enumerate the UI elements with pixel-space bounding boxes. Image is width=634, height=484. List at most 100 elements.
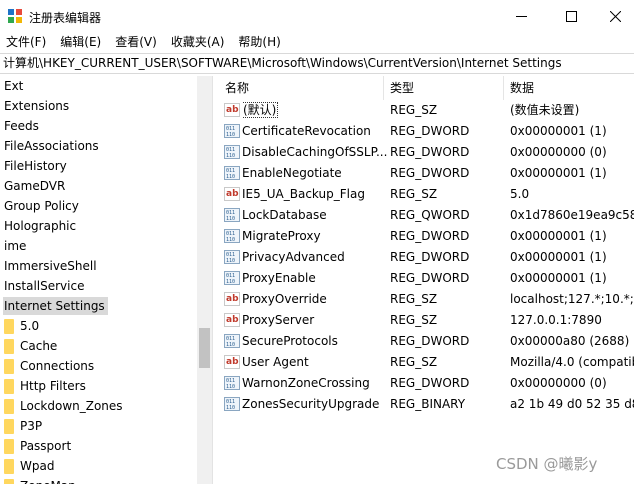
value-name-text: EnableNegotiate (242, 166, 342, 180)
tree-item[interactable]: Http Filters (0, 376, 197, 396)
value-name: (默认) (242, 100, 387, 121)
value-data: 0x00000000 (0) (510, 376, 607, 390)
string-value-icon: ab (224, 292, 240, 306)
title-bar: 注册表编辑器 (0, 0, 634, 32)
tree-item[interactable]: FileAssociations (0, 136, 197, 156)
tree-item-label: InstallService (4, 279, 85, 293)
value-data: 5.0 (510, 187, 530, 201)
value-row[interactable]: 011 110 MigrateProxy REG_DWORD 0x00000001 (1… (219, 226, 634, 247)
tree-item-label: ImmersiveShell (4, 259, 97, 273)
string-value-icon: ab (224, 187, 240, 201)
value-name-text: IE5_UA_Backup_Flag (242, 187, 365, 201)
column-header-name[interactable]: 名称 (219, 76, 384, 100)
value-row[interactable]: 011 110 EnableNegotiate REG_DWORD 0x00000001… (219, 163, 634, 184)
watermark: CSDN @曦影y (496, 455, 598, 473)
value-type: REG_SZ (390, 313, 438, 327)
tree-item-label: Wpad (20, 459, 55, 473)
svg-text:110: 110 (226, 237, 235, 242)
value-data: 0x00000000 (0) (510, 145, 607, 159)
minimize-button[interactable] (498, 0, 544, 32)
value-name-text: ProxyServer (242, 313, 315, 327)
value-row[interactable]: 011 110 ProxyEnable REG_DWORD 0x00000001 (1) (219, 268, 634, 289)
tree-item-label: GameDVR (4, 179, 66, 193)
value-row[interactable]: 011 110 LockDatabase REG_QWORD 0x1d7860e19ea… (219, 205, 634, 226)
value-name: MigrateProxy (242, 226, 387, 247)
menu-file[interactable]: 文件(F) (0, 32, 53, 52)
value-name-text: ProxyEnable (242, 271, 316, 285)
value-name: IE5_UA_Backup_Flag (242, 184, 387, 205)
value-row[interactable]: ab ProxyServer REG_SZ 127.0.0.1:7890 (219, 310, 634, 331)
value-row[interactable]: 011 110 CertificateRevocation REG_DWORD 0x00… (219, 121, 634, 142)
tree-item[interactable]: Holographic (0, 216, 197, 236)
value-row[interactable]: 011 110 WarnonZoneCrossing REG_DWORD 0x00000… (219, 373, 634, 394)
tree-item[interactable]: ZoneMap (0, 476, 197, 484)
tree-item-label: 5.0 (20, 319, 40, 333)
tree-item[interactable]: Cache (0, 336, 197, 356)
tree-item[interactable]: Passport (0, 436, 197, 456)
value-name-text: User Agent (242, 355, 309, 369)
value-row[interactable]: 011 110 DisableCachingOfSSLP... REG_DWORD 0x… (219, 142, 634, 163)
key-tree: Ext Extensions Feeds FileAssociations FileHi… (0, 76, 212, 484)
window-title: 注册表编辑器 (29, 11, 102, 25)
value-row[interactable]: 011 110 PrivacyAdvanced REG_DWORD 0x00000001… (219, 247, 634, 268)
pane-splitter[interactable] (212, 76, 218, 484)
tree-item-label: FileAssociations (4, 139, 99, 153)
value-row[interactable]: 011 110 ZonesSecurityUpgrade REG_BINARY a2 1… (219, 394, 634, 415)
value-name: SecureProtocols (242, 331, 387, 352)
value-type: REG_DWORD (390, 271, 470, 285)
folder-icon (4, 419, 14, 434)
tree-item-label: P3P (20, 419, 43, 433)
value-row[interactable]: ab ProxyOverride REG_SZ localhost;127.*;10.… (219, 289, 634, 310)
value-name-text: LockDatabase (242, 208, 327, 222)
maximize-button[interactable] (548, 0, 594, 32)
value-data: (数值未设置) (510, 103, 580, 117)
menu-edit[interactable]: 编辑(E) (53, 32, 108, 52)
tree-item[interactable]: Wpad (0, 456, 197, 476)
tree-item[interactable]: InstallService (0, 276, 197, 296)
tree-item[interactable]: GameDVR (0, 176, 197, 196)
tree-item[interactable]: FileHistory (0, 156, 197, 176)
svg-text:110: 110 (226, 216, 235, 221)
value-row[interactable]: 011 110 SecureProtocols REG_DWORD 0x00000a80… (219, 331, 634, 352)
folder-icon (4, 339, 14, 354)
value-type: REG_QWORD (390, 208, 470, 222)
address-bar[interactable]: 计算机\HKEY_CURRENT_USER\SOFTWARE\Microsoft… (0, 53, 634, 74)
tree-item-label: Http Filters (20, 379, 86, 393)
value-row[interactable]: ab User Agent REG_SZ Mozilla/4.0 (compatib (219, 352, 634, 373)
menu-favorites[interactable]: 收藏夹(A) (164, 32, 232, 52)
tree-item-label: ime (4, 239, 27, 253)
value-name: WarnonZoneCrossing (242, 373, 387, 394)
tree-item[interactable]: ImmersiveShell (0, 256, 197, 276)
binary-value-icon: 011 110 (224, 229, 240, 243)
tree-item[interactable]: ime (0, 236, 197, 256)
value-name: PrivacyAdvanced (242, 247, 387, 268)
tree-scrollbar-thumb[interactable] (199, 328, 210, 368)
value-row[interactable]: ab IE5_UA_Backup_Flag REG_SZ 5.0 (219, 184, 634, 205)
tree-item[interactable]: P3P (0, 416, 197, 436)
value-name-text: CertificateRevocation (242, 124, 371, 138)
menu-help[interactable]: 帮助(H) (231, 32, 287, 52)
tree-scrollbar[interactable] (197, 76, 212, 484)
value-name: DisableCachingOfSSLP... (242, 142, 387, 163)
value-type: REG_SZ (390, 187, 438, 201)
value-row[interactable]: ab (默认) REG_SZ (数值未设置) (219, 100, 634, 121)
svg-text:110: 110 (226, 258, 235, 263)
column-header-type[interactable]: 类型 (384, 76, 504, 100)
tree-item[interactable]: Ext (0, 76, 197, 96)
tree-item[interactable]: Feeds (0, 116, 197, 136)
tree-item-label: Lockdown_Zones (20, 399, 123, 413)
column-header-data[interactable]: 数据 (504, 76, 634, 100)
tree-item-label: Ext (4, 79, 24, 93)
svg-text:110: 110 (226, 342, 235, 347)
value-type: REG_DWORD (390, 376, 470, 390)
tree-item[interactable]: Extensions (0, 96, 197, 116)
tree-item[interactable]: Lockdown_Zones (0, 396, 197, 416)
tree-item[interactable]: Group Policy (0, 196, 197, 216)
value-data: 0x00000001 (1) (510, 124, 607, 138)
tree-item-selected[interactable]: Internet Settings (0, 296, 197, 316)
menu-bar: 文件(F) 编辑(E) 查看(V) 收藏夹(A) 帮助(H) (0, 32, 634, 52)
tree-item[interactable]: Connections (0, 356, 197, 376)
close-button[interactable] (596, 0, 634, 32)
menu-view[interactable]: 查看(V) (108, 32, 164, 52)
tree-item[interactable]: 5.0 (0, 316, 197, 336)
